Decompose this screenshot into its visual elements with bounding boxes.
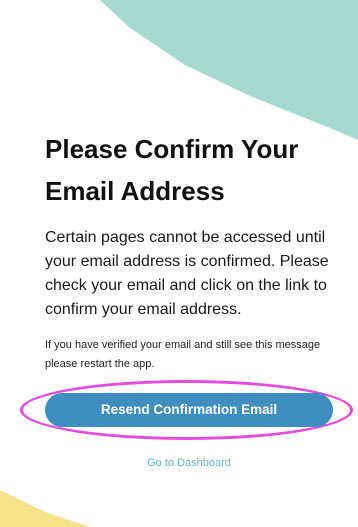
restart-note: If you have verified your email and stil… [45,339,321,370]
page-title: Please Confirm Your Email Address [45,134,299,206]
resend-confirmation-button[interactable]: Resend Confirmation Email [45,393,333,427]
go-to-dashboard-link[interactable]: Go to Dashboard [45,455,333,471]
confirmation-message: Certain pages cannot be accessed until y… [45,229,329,318]
confirm-email-screen: Please Confirm Your Email Address Certai… [0,0,358,527]
bottom-decorative-shape [0,490,90,527]
